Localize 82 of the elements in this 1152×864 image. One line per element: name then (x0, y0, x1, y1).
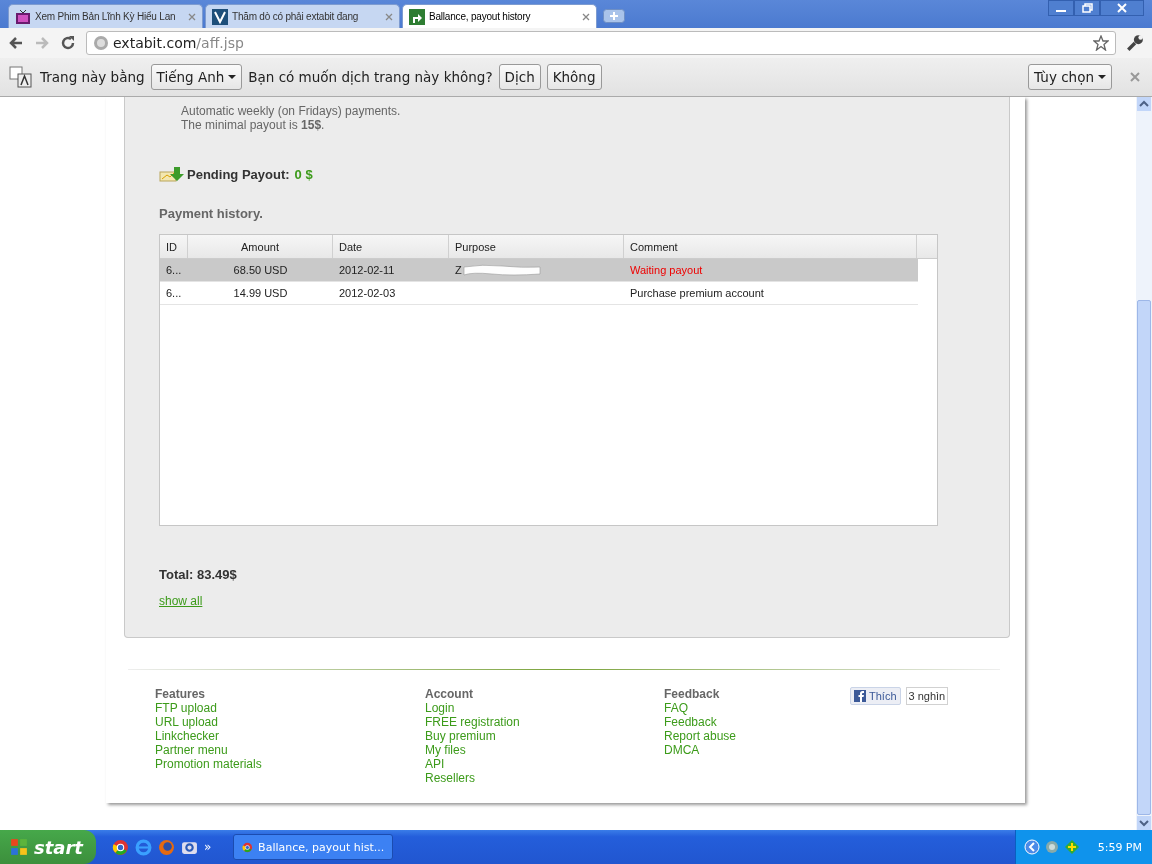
footer-link[interactable]: My files (425, 743, 466, 757)
table-cell: Z (455, 264, 462, 276)
pending-payout-label: Pending Payout: (187, 166, 290, 182)
caret-icon (228, 75, 237, 79)
globe-icon (93, 35, 109, 51)
tv-icon (15, 8, 31, 25)
pending-payout-value: 0 $ (294, 166, 313, 182)
show-all-link[interactable]: show all (159, 594, 203, 608)
close-icon[interactable] (582, 12, 590, 21)
footer-link[interactable]: Login (425, 701, 455, 715)
footer-link[interactable]: Partner menu (155, 743, 228, 757)
translate-prompt: Trang này bằng (40, 69, 145, 85)
column-header[interactable]: ID (160, 235, 188, 258)
tray-app-icon[interactable] (1063, 839, 1080, 855)
footer-heading: Feedback (664, 687, 720, 701)
reload-icon[interactable] (60, 35, 76, 51)
column-header[interactable]: Purpose (449, 235, 624, 258)
star-icon[interactable] (1093, 35, 1109, 51)
like-count: 3 nghìn (905, 687, 949, 705)
translate-button[interactable]: Không (546, 64, 602, 90)
language-dropdown[interactable]: Tiếng Anh (150, 64, 243, 90)
footer-link[interactable]: DMCA (664, 743, 700, 757)
translate-question: Bạn có muốn dịch trang này không? (248, 69, 493, 85)
footer-link[interactable]: Feedback (664, 715, 717, 729)
table-row[interactable]: 6... 14.99 USD 2012-02-03 Purchase premium account (160, 282, 918, 305)
payment-history-title: Payment history. (159, 206, 264, 221)
table-cell: 6... (166, 264, 182, 276)
footer-link[interactable]: Report abuse (664, 729, 737, 743)
scroll-thumb[interactable] (1137, 299, 1151, 815)
table-cell: 6... (166, 287, 182, 299)
column-header[interactable]: Comment (624, 235, 917, 258)
table-row[interactable]: 6... 68.50 USD 2012-02-11 Z Waiting payout (160, 259, 918, 282)
like-button[interactable]: Thích (850, 687, 901, 705)
browser-e-icon[interactable] (135, 838, 152, 856)
minimize-icon[interactable] (1048, 0, 1074, 16)
facebook-icon (854, 690, 866, 702)
browser-tab[interactable]: Ballance, payout history (402, 4, 597, 28)
taskbar-button[interactable]: Ballance, payout hist... (233, 834, 394, 860)
footer-heading: Features (155, 687, 206, 701)
scroll-up-icon[interactable] (1136, 97, 1152, 111)
restore-icon[interactable] (1074, 0, 1100, 16)
footer-link[interactable]: Promotion materials (155, 757, 262, 771)
browser-tab[interactable]: Xem Phim Bản Lĩnh Kỳ Hiểu Lan (8, 4, 203, 28)
table-cell: Waiting payout (630, 264, 703, 276)
new-tab-icon[interactable] (603, 9, 625, 23)
scrollbar[interactable] (1136, 97, 1152, 830)
table-cell: 68.50 USD (233, 264, 288, 276)
footer-link[interactable]: FREE registration (425, 715, 520, 729)
table-cell: 2012-02-03 (339, 287, 396, 299)
caret-icon (1098, 75, 1106, 79)
chrome-icon[interactable] (112, 838, 129, 856)
footer-link[interactable]: API (425, 757, 445, 771)
footer-link[interactable]: FAQ (664, 701, 688, 715)
translate-button[interactable]: Dịch (498, 64, 541, 90)
start-button[interactable]: start (0, 830, 96, 864)
windows-logo-icon (10, 838, 28, 856)
column-header[interactable]: Amount (188, 235, 333, 258)
footer-heading: Account (425, 687, 473, 701)
more-chevron[interactable]: » (204, 840, 212, 854)
footer-link[interactable]: Buy premium (425, 729, 496, 743)
payout-info-text: Automatic weekly (on Fridays) payments. (181, 104, 402, 118)
address-field[interactable]: extabit.com/aff.jsp (86, 31, 1116, 55)
footer-link[interactable]: Resellers (425, 771, 475, 785)
table-cell: 14.99 USD (233, 287, 288, 299)
footer-link[interactable]: URL upload (155, 715, 218, 729)
scroll-down-icon[interactable] (1136, 816, 1152, 830)
close-icon[interactable] (1100, 0, 1144, 16)
footer-link[interactable]: FTP upload (155, 701, 217, 715)
wrench-icon[interactable] (1126, 34, 1144, 52)
table-cell: 2012-02-11 (339, 264, 395, 276)
browser-tab[interactable]: Thăm dò có phải extabit đang (205, 4, 400, 28)
footer-link[interactable]: Linkchecker (155, 729, 220, 743)
total-text: Total: 83.49$ (159, 567, 238, 582)
payout-info-text: The minimal payout is 15$. (181, 118, 326, 132)
translate-icon (8, 66, 34, 88)
clock: 5:59 PM (1097, 840, 1142, 854)
options-dropdown[interactable]: Tùy chọn (1027, 64, 1112, 90)
table-cell: Purchase premium account (630, 287, 764, 299)
back-icon[interactable] (8, 35, 24, 51)
tray-expand-icon[interactable] (1023, 839, 1040, 855)
chart-down-arrow-icon (159, 166, 185, 182)
column-header[interactable]: Date (333, 235, 449, 258)
